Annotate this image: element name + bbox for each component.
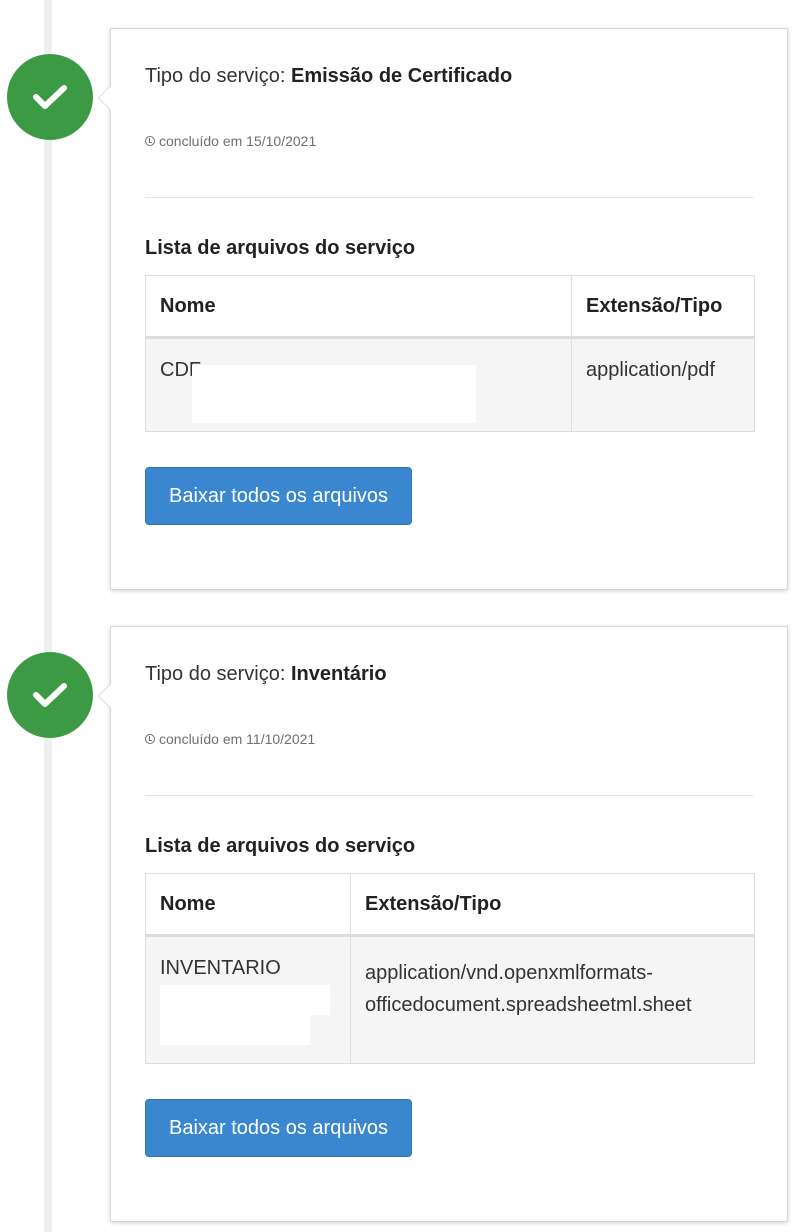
table-row: CDF application/pdf: [145, 337, 755, 432]
service-card: Tipo do serviço: Emissão de Certificado …: [98, 28, 788, 590]
service-card: Tipo do serviço: Inventário concluído em…: [98, 626, 788, 1222]
file-type-cell: application/vnd.openxmlformats-officedoc…: [350, 935, 755, 1064]
redacted-area: [192, 365, 476, 423]
clock-icon: [145, 136, 155, 146]
service-type: Tipo do serviço: Inventário: [145, 663, 387, 686]
table-header-row: Nome Extensão/Tipo: [145, 275, 755, 339]
file-type-cell: application/pdf: [571, 337, 755, 432]
timeline-line: [44, 0, 52, 1232]
clock-icon: [145, 734, 155, 744]
service-type-label: Tipo do serviço:: [145, 65, 291, 87]
completed-text: concluído em 15/10/2021: [159, 133, 317, 149]
column-header-name: Nome: [145, 873, 351, 937]
file-name[interactable]: INVENTARIO: [160, 957, 281, 979]
status-badge-completed: [7, 54, 93, 140]
completed-date: concluído em 11/10/2021: [145, 731, 315, 747]
table-header-row: Nome Extensão/Tipo: [145, 873, 755, 937]
divider: [145, 795, 754, 796]
column-header-type: Extensão/Tipo: [350, 873, 755, 937]
service-type-value: Inventário: [291, 663, 387, 685]
file-name-cell: INVENTARIO: [145, 935, 351, 1064]
files-heading: Lista de arquivos do serviço: [145, 835, 416, 857]
completed-text: concluído em 11/10/2021: [159, 731, 316, 747]
check-icon: [33, 683, 67, 707]
redacted-area: [160, 1015, 310, 1045]
redacted-area: [160, 985, 330, 1015]
file-type: application/vnd.openxmlformats-officedoc…: [365, 962, 692, 1016]
column-header-type: Extensão/Tipo: [571, 275, 755, 339]
files-heading: Lista de arquivos do serviço: [145, 237, 416, 259]
files-table: Nome Extensão/Tipo INVENTARIO applicatio…: [145, 873, 755, 1064]
download-all-button[interactable]: Baixar todos os arquivos: [145, 467, 413, 525]
files-table: Nome Extensão/Tipo CDF application/pdf: [145, 275, 755, 432]
check-icon: [33, 85, 67, 109]
completed-date: concluído em 15/10/2021: [145, 133, 316, 149]
service-type: Tipo do serviço: Emissão de Certificado: [145, 65, 512, 88]
table-row: INVENTARIO application/vnd.openxmlformat…: [145, 935, 755, 1064]
status-badge-completed: [7, 652, 93, 738]
service-type-value: Emissão de Certificado: [291, 65, 513, 87]
file-name-cell: CDF: [145, 337, 572, 432]
service-type-label: Tipo do serviço:: [145, 663, 291, 685]
column-header-name: Nome: [145, 275, 572, 339]
divider: [145, 197, 754, 198]
download-all-button[interactable]: Baixar todos os arquivos: [145, 1099, 413, 1157]
